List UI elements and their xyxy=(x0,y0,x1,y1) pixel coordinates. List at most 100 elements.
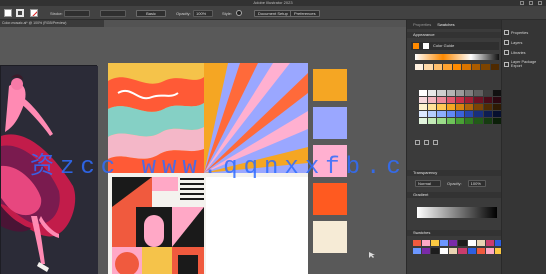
maximize-icon[interactable] xyxy=(529,1,533,5)
swatch-21[interactable] xyxy=(446,104,455,110)
swatches-row[interactable] xyxy=(413,240,503,246)
harmony-strip[interactable] xyxy=(415,54,499,60)
stroke-swatch[interactable] xyxy=(16,9,24,17)
swatch-1[interactable] xyxy=(428,90,437,96)
opacity-field[interactable]: 100% xyxy=(193,9,213,17)
rc-libraries[interactable]: Libraries xyxy=(504,50,526,55)
swatch-17[interactable] xyxy=(492,97,501,103)
swatch-15[interactable] xyxy=(474,97,483,103)
blend-mode-select[interactable]: Normal xyxy=(415,180,441,187)
swatch-28[interactable] xyxy=(428,111,437,117)
swatch-22[interactable] xyxy=(455,104,465,110)
bottom-swatch-0-4[interactable] xyxy=(449,240,458,246)
fill-swatch[interactable] xyxy=(4,9,12,17)
bottom-swatch-1-5[interactable] xyxy=(458,248,467,254)
variable-width-field[interactable] xyxy=(100,9,126,17)
swatch-options-icon[interactable] xyxy=(415,140,420,145)
bottom-swatch-1-8[interactable] xyxy=(485,248,494,254)
swatch-12[interactable] xyxy=(446,97,455,103)
preferences-button[interactable]: Preferences xyxy=(290,9,320,17)
swatch-3[interactable] xyxy=(446,90,455,96)
bottom-swatch-0-0[interactable] xyxy=(413,240,422,246)
swatch-23[interactable] xyxy=(465,104,474,110)
swatch-6[interactable] xyxy=(474,90,483,96)
document-tab[interactable]: Color-mosaic.ai* @ 100% (RGB/Preview) xyxy=(0,20,104,27)
document-setup-button[interactable]: Document Setup xyxy=(254,9,292,17)
swatch-25[interactable] xyxy=(483,104,492,110)
graphic-style-icon[interactable] xyxy=(236,10,242,16)
bottom-swatch-0-3[interactable] xyxy=(440,240,449,246)
gradient-header[interactable]: Gradient xyxy=(407,192,501,198)
swatch-8[interactable] xyxy=(492,90,501,96)
swatch-grid[interactable] xyxy=(419,90,501,132)
transparency-opacity-field[interactable]: 100% xyxy=(467,180,486,187)
swatch-41[interactable] xyxy=(465,118,474,124)
swatches-header[interactable]: Swatches xyxy=(407,230,501,236)
close-icon[interactable] xyxy=(538,1,542,5)
bottom-swatch-0-1[interactable] xyxy=(422,240,431,246)
appearance-header[interactable]: Appearance xyxy=(407,32,501,38)
swatch-14[interactable] xyxy=(465,97,474,103)
color-swatch-white[interactable] xyxy=(423,43,429,49)
minimize-icon[interactable] xyxy=(520,1,524,5)
current-color-swatch[interactable] xyxy=(413,43,419,49)
swatch-35[interactable] xyxy=(492,111,501,117)
bottom-swatch-0-8[interactable] xyxy=(485,240,494,246)
color-guide-label[interactable]: Color Guide xyxy=(433,43,454,48)
swatch-34[interactable] xyxy=(483,111,492,117)
swatch-32[interactable] xyxy=(465,111,474,117)
bottom-swatch-1-3[interactable] xyxy=(440,248,449,254)
swatch-11[interactable] xyxy=(437,97,446,103)
swatch-5[interactable] xyxy=(465,90,474,96)
swatch-44[interactable] xyxy=(492,118,501,124)
swatch-24[interactable] xyxy=(474,104,483,110)
fill-swatch-control[interactable] xyxy=(4,9,12,17)
swatches-row-2[interactable] xyxy=(413,248,503,254)
brush-definition-field[interactable]: Basic xyxy=(136,9,166,17)
swatch-38[interactable] xyxy=(437,118,446,124)
swatch-0[interactable] xyxy=(419,90,428,96)
swatch-4[interactable] xyxy=(455,90,465,96)
swatch-33[interactable] xyxy=(474,111,483,117)
bottom-swatch-1-0[interactable] xyxy=(413,248,422,254)
swatch-27[interactable] xyxy=(419,111,428,117)
rc-layers[interactable]: Layers xyxy=(504,40,522,45)
swatch-16[interactable] xyxy=(483,97,492,103)
stroke-none-control[interactable] xyxy=(30,9,38,17)
transparency-header[interactable]: Transparency xyxy=(407,170,501,176)
swatch-7[interactable] xyxy=(483,90,492,96)
swatch-2[interactable] xyxy=(437,90,446,96)
bottom-swatch-0-2[interactable] xyxy=(431,240,440,246)
swatch-31[interactable] xyxy=(455,111,465,117)
gradient-slider[interactable] xyxy=(417,207,497,218)
swatch-30[interactable] xyxy=(446,111,455,117)
bottom-swatch-0-7[interactable] xyxy=(476,240,485,246)
swatch-9[interactable] xyxy=(419,97,428,103)
swatch-26[interactable] xyxy=(492,104,501,110)
bottom-swatch-1-2[interactable] xyxy=(431,248,440,254)
brush-basic[interactable]: Basic xyxy=(136,9,166,17)
rc-layer-package-export[interactable]: Layer Package Export xyxy=(504,60,546,68)
bottom-swatch-1-1[interactable] xyxy=(422,248,431,254)
tab-swatches[interactable]: Swatches xyxy=(437,22,454,29)
rc-properties[interactable]: Properties xyxy=(504,30,528,35)
swatch-37[interactable] xyxy=(428,118,437,124)
swatch-42[interactable] xyxy=(474,118,483,124)
bottom-swatch-0-5[interactable] xyxy=(458,240,467,246)
swatch-43[interactable] xyxy=(483,118,492,124)
bottom-swatch-1-7[interactable] xyxy=(476,248,485,254)
swatch-10[interactable] xyxy=(428,97,437,103)
none-swatch-icon[interactable] xyxy=(30,9,38,17)
canvas[interactable]: 资zcc www.qqnxxfb.cn xyxy=(0,27,406,274)
bottom-swatch-1-6[interactable] xyxy=(467,248,476,254)
stroke-swatch-control[interactable] xyxy=(16,9,24,17)
swatch-18[interactable] xyxy=(419,104,428,110)
swatch-13[interactable] xyxy=(455,97,465,103)
swatch-40[interactable] xyxy=(455,118,465,124)
bottom-swatch-0-6[interactable] xyxy=(467,240,476,246)
bottom-swatch-1-4[interactable] xyxy=(449,248,458,254)
swatch-29[interactable] xyxy=(437,111,446,117)
swatch-39[interactable] xyxy=(446,118,455,124)
swatch-36[interactable] xyxy=(419,118,428,124)
swatch-19[interactable] xyxy=(428,104,437,110)
